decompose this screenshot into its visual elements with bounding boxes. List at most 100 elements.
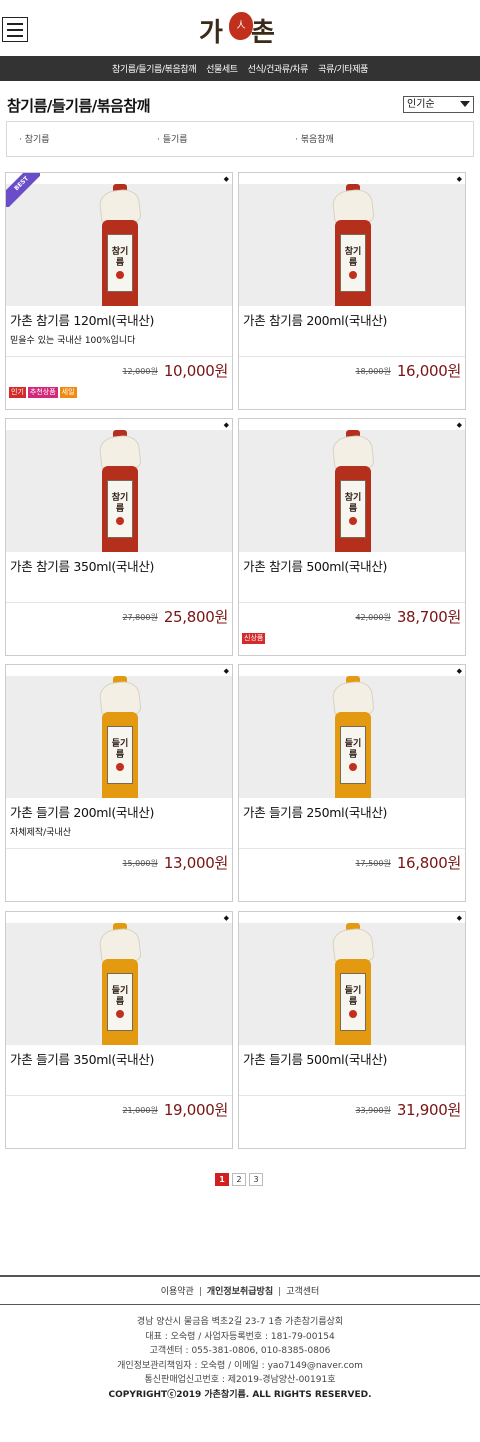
product-card[interactable]: ◆ 참기름 가촌 참기름 500ml(국내산) 42,000원 38,700원 신상품 <box>238 418 466 656</box>
sort-selected-value: 인기순 <box>407 99 435 110</box>
product-name[interactable]: 가촌 들기름 500ml(국내산) <box>243 1049 387 1068</box>
divider <box>239 1095 465 1096</box>
original-price: 27,800원 <box>122 613 158 622</box>
corner-dot-icon: ◆ <box>223 914 229 922</box>
original-price: 33,900원 <box>355 1106 391 1115</box>
product-name[interactable]: 가촌 들기름 200ml(국내산) <box>10 802 154 821</box>
footer-address: 경남 양산시 물금읍 벽초2길 23-7 1층 가촌참기름상회 <box>136 1317 344 1327</box>
badge: 신상품 <box>242 633 266 644</box>
product-name[interactable]: 가촌 참기름 120ml(국내산) <box>10 310 154 329</box>
footer-divider-bottom <box>0 1304 480 1305</box>
product-description: 믿을수 있는 국내산 100%입니다 <box>10 336 136 346</box>
corner-dot-icon: ◆ <box>223 175 229 183</box>
bottle-label: 참기름 <box>107 234 133 292</box>
bottle-logo-icon <box>116 1010 124 1018</box>
product-image[interactable]: 들기름 <box>6 676 232 798</box>
page-2-button[interactable]: 2 <box>232 1173 246 1186</box>
bottle-illustration: 참기름 <box>331 430 375 552</box>
terms-link[interactable]: 이용약관 <box>161 1287 194 1297</box>
original-price: 21,000원 <box>122 1106 158 1115</box>
bottle-illustration: 참기름 <box>98 430 142 552</box>
bottle-illustration: 참기름 <box>331 184 375 306</box>
privacy-link[interactable]: 개인정보취급방침 <box>207 1287 273 1297</box>
chevron-down-icon <box>460 101 470 107</box>
product-image[interactable]: 들기름 <box>6 923 232 1045</box>
sale-price: 13,000원 <box>163 854 228 872</box>
site-header: 가 人 촌 <box>0 0 480 56</box>
corner-dot-icon: ◆ <box>223 421 229 429</box>
logo-seal-icon: 人 <box>229 12 253 40</box>
page-3-button[interactable]: 3 <box>249 1173 263 1186</box>
hamburger-menu-icon[interactable] <box>2 17 28 42</box>
logo-text-left: 가 <box>199 18 223 48</box>
main-nav: 참기름/들기름/볶음참깨 선물세트 선식/건과류/차류 곡류/기타제품 <box>0 56 480 81</box>
product-card[interactable]: ◆ 들기름 가촌 들기름 250ml(국내산) 17,500원 16,800원 <box>238 664 466 902</box>
customer-center-link[interactable]: 고객센터 <box>286 1287 319 1297</box>
product-name[interactable]: 가촌 참기름 350ml(국내산) <box>10 556 154 575</box>
badge: 세일 <box>59 387 77 398</box>
divider <box>6 602 232 603</box>
product-name[interactable]: 가촌 참기름 500ml(국내산) <box>243 556 387 575</box>
product-image[interactable]: 들기름 <box>239 923 465 1045</box>
best-ribbon: BEST <box>6 173 40 207</box>
subcategory-roasted-sesame[interactable]: · 볶음참깨 <box>295 132 334 145</box>
divider <box>6 1095 232 1096</box>
bottle-label: 들기름 <box>340 973 366 1031</box>
product-card[interactable]: ◆ 참기름 가촌 참기름 200ml(국내산) 18,000원 16,000원 <box>238 172 466 410</box>
product-image[interactable]: 참기름 <box>239 430 465 552</box>
nav-item-oils[interactable]: 참기름/들기름/볶음참깨 <box>112 62 196 75</box>
divider: | <box>198 1287 202 1297</box>
product-image[interactable]: 들기름 <box>239 676 465 798</box>
sale-price: 31,900원 <box>396 1101 461 1119</box>
site-logo[interactable]: 가 人 촌 <box>199 8 283 48</box>
original-price: 18,000원 <box>355 367 391 376</box>
product-badges: 인기 추천상품 세일 <box>9 387 77 398</box>
product-card[interactable]: ◆ 들기름 가촌 들기름 500ml(국내산) 33,900원 31,900원 <box>238 911 466 1149</box>
product-description: 자체제작/국내산 <box>10 828 71 838</box>
product-name[interactable]: 가촌 들기름 350ml(국내산) <box>10 1049 154 1068</box>
corner-dot-icon: ◆ <box>456 175 462 183</box>
product-image[interactable]: 참기름 <box>6 430 232 552</box>
product-card[interactable]: ◆ 참기름 BEST 가촌 참기름 120ml(국내산) 믿을수 있는 국내산 100%… <box>5 172 233 410</box>
page-title: 참기름/들기름/볶음참깨 <box>7 97 150 115</box>
page-1-button[interactable]: 1 <box>215 1173 229 1186</box>
bottle-illustration: 들기름 <box>331 676 375 798</box>
product-card[interactable]: ◆ 들기름 가촌 들기름 350ml(국내산) 21,000원 19,000원 <box>5 911 233 1149</box>
divider: | <box>278 1287 282 1297</box>
footer-company-info: 경남 양산시 물금읍 벽초2길 23-7 1층 가촌참기름상회 대표 : 오숙령… <box>0 1315 480 1402</box>
corner-dot-icon: ◆ <box>223 667 229 675</box>
divider <box>6 356 232 357</box>
product-image[interactable]: 참기름 <box>239 184 465 306</box>
product-name[interactable]: 가촌 들기름 250ml(국내산) <box>243 802 387 821</box>
bottle-label: 들기름 <box>107 726 133 784</box>
bottle-logo-icon <box>349 763 357 771</box>
footer-ecommerce-registration: 통신판매업신고번호 : 제2019-경남양산-00191호 <box>144 1375 336 1385</box>
divider <box>6 848 232 849</box>
bottle-label: 참기름 <box>107 480 133 538</box>
nav-item-grains-nuts-tea[interactable]: 선식/건과류/차류 <box>248 62 309 75</box>
product-name[interactable]: 가촌 참기름 200ml(국내산) <box>243 310 387 329</box>
divider <box>239 848 465 849</box>
bottle-logo-icon <box>349 271 357 279</box>
subcategory-sesame-oil[interactable]: · 참기름 <box>19 132 50 145</box>
divider <box>239 356 465 357</box>
sort-select[interactable]: 인기순 <box>403 96 474 113</box>
footer-divider-top <box>0 1275 480 1277</box>
sale-price: 25,800원 <box>163 608 228 626</box>
bottle-label: 참기름 <box>340 234 366 292</box>
original-price: 12,000원 <box>122 367 158 376</box>
nav-item-cereals-etc[interactable]: 곡류/기타제품 <box>318 62 368 75</box>
bottle-label: 들기름 <box>340 726 366 784</box>
nav-item-gift-sets[interactable]: 선물세트 <box>206 62 238 75</box>
bottle-label-text: 참기름 <box>111 247 129 268</box>
bottle-label-text: 들기름 <box>111 986 129 1007</box>
original-price: 15,000원 <box>122 859 158 868</box>
corner-dot-icon: ◆ <box>456 421 462 429</box>
bottle-logo-icon <box>116 763 124 771</box>
product-badges: 신상품 <box>242 633 266 644</box>
subcategory-perilla-oil[interactable]: · 들기름 <box>157 132 188 145</box>
product-card[interactable]: ◆ 들기름가촌 들기름 200ml(국내산) 자체제작/국내산 15,000원 13,0… <box>5 664 233 902</box>
product-card[interactable]: ◆ 참기름가촌 참기름 350ml(국내산) 27,800원 25,800원 <box>5 418 233 656</box>
badge: 추천상품 <box>27 387 58 398</box>
pagination: 1 2 3 <box>215 1173 263 1186</box>
